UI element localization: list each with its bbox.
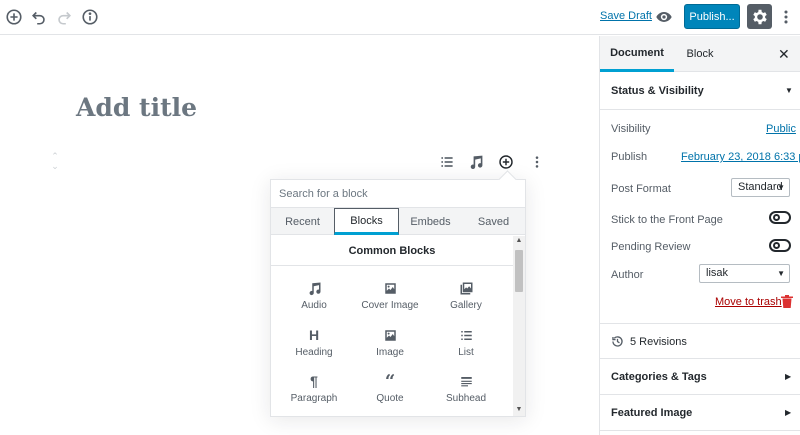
trash-icon[interactable] bbox=[781, 295, 793, 308]
undo-icon[interactable] bbox=[29, 7, 49, 27]
editor-header: Save Draft Publish... bbox=[0, 0, 800, 35]
post-title-input[interactable]: Add title bbox=[76, 93, 197, 122]
block-audio[interactable]: Audio bbox=[276, 278, 352, 320]
inserter-tabs: Recent Blocks Embeds Saved bbox=[271, 208, 525, 235]
block-cover-image[interactable]: Cover Image bbox=[352, 278, 428, 320]
tab-embeds[interactable]: Embeds bbox=[399, 208, 462, 235]
sidebar-tabs: Document Block ✕ bbox=[600, 36, 800, 72]
revisions-panel[interactable]: 5 Revisions bbox=[600, 323, 800, 359]
panel-title: Categories & Tags bbox=[611, 371, 707, 383]
caret-down-icon: ▼ bbox=[777, 183, 785, 192]
block-label: Heading bbox=[295, 347, 333, 358]
revisions-label: 5 Revisions bbox=[630, 336, 687, 348]
block-mover[interactable]: ⌃ ⌄ bbox=[50, 151, 60, 173]
block-label: Cover Image bbox=[361, 300, 419, 311]
block-label: List bbox=[458, 347, 474, 358]
block-inserter-popover: Recent Blocks Embeds Saved Common Blocks… bbox=[270, 179, 526, 417]
info-icon[interactable] bbox=[80, 7, 100, 27]
block-label: Gallery bbox=[450, 300, 482, 311]
visibility-link[interactable]: Public bbox=[766, 123, 796, 135]
close-icon[interactable]: ✕ bbox=[778, 47, 792, 61]
block-heading[interactable]: H Heading bbox=[276, 325, 352, 367]
chevron-down-icon[interactable]: ⌄ bbox=[50, 161, 60, 171]
list-icon[interactable] bbox=[437, 152, 457, 172]
scroll-thumb[interactable] bbox=[515, 250, 523, 292]
block-gallery[interactable]: Gallery bbox=[428, 278, 504, 320]
chevron-up-icon[interactable]: ⌃ bbox=[50, 151, 60, 161]
settings-button[interactable] bbox=[747, 4, 772, 29]
publish-label: Publish bbox=[611, 151, 648, 163]
tab-block[interactable]: Block bbox=[674, 36, 726, 72]
selected-value: Standard bbox=[738, 181, 783, 193]
block-quote[interactable]: “ Quote bbox=[352, 371, 428, 413]
clock-history-icon bbox=[611, 335, 624, 348]
add-block-icon[interactable] bbox=[496, 152, 516, 172]
panel-title: Featured Image bbox=[611, 407, 693, 419]
pending-review-toggle[interactable] bbox=[769, 239, 791, 252]
save-draft-link[interactable]: Save Draft bbox=[600, 10, 652, 22]
block-image[interactable]: Image bbox=[352, 325, 428, 367]
block-label: Subhead bbox=[445, 393, 487, 404]
more-vertical-icon[interactable] bbox=[527, 152, 547, 172]
caret-down-icon: ▼ bbox=[777, 269, 785, 278]
visibility-label: Visibility bbox=[611, 123, 651, 135]
tab-saved[interactable]: Saved bbox=[462, 208, 525, 235]
block-list[interactable]: List bbox=[428, 325, 504, 367]
panel-title: Common Blocks bbox=[271, 236, 513, 266]
heading-icon: H bbox=[308, 327, 320, 343]
scroll-up-arrow[interactable]: ▲ bbox=[513, 236, 525, 246]
settings-sidebar: Document Block ✕ Status & Visibility ▼ V… bbox=[599, 36, 800, 435]
publish-button[interactable]: Publish... bbox=[684, 4, 740, 29]
block-label: Paragraph bbox=[290, 393, 338, 404]
redo-icon[interactable] bbox=[54, 7, 74, 27]
image-icon bbox=[352, 278, 428, 298]
sticky-label: Stick to the Front Page bbox=[611, 214, 723, 226]
caret-down-icon: ▼ bbox=[785, 86, 793, 95]
music-note-icon bbox=[276, 278, 352, 298]
author-select[interactable]: lisak ▼ bbox=[699, 264, 790, 283]
subhead-icon bbox=[428, 371, 504, 391]
pending-review-label: Pending Review bbox=[611, 241, 691, 253]
sticky-toggle[interactable] bbox=[769, 211, 791, 224]
block-label: Quote bbox=[376, 393, 404, 404]
featured-image-panel-toggle[interactable]: Featured Image ▶ bbox=[600, 395, 800, 431]
inserter-scrollbar[interactable]: ▲ ▼ bbox=[513, 236, 525, 416]
toggle-knob bbox=[773, 214, 780, 221]
panel-title: Status & Visibility bbox=[611, 85, 704, 97]
author-label: Author bbox=[611, 269, 644, 281]
caret-right-icon: ▶ bbox=[785, 372, 792, 381]
block-paragraph[interactable]: ¶ Paragraph bbox=[276, 371, 352, 413]
block-search-input[interactable] bbox=[271, 180, 525, 208]
quote-icon: “ bbox=[384, 370, 396, 392]
move-to-trash-link[interactable]: Move to trash bbox=[715, 296, 782, 308]
post-format-label: Post Format bbox=[611, 183, 671, 195]
pilcrow-icon: ¶ bbox=[310, 373, 318, 389]
gallery-icon bbox=[428, 278, 504, 298]
status-visibility-panel-toggle[interactable]: Status & Visibility ▼ bbox=[600, 72, 800, 110]
list-icon bbox=[428, 325, 504, 345]
gear-icon bbox=[752, 9, 768, 25]
caret-right-icon: ▶ bbox=[785, 408, 792, 417]
toggle-knob bbox=[773, 242, 780, 249]
add-block-icon[interactable] bbox=[4, 7, 24, 27]
block-label: Image bbox=[376, 347, 404, 358]
publish-date-link[interactable]: February 23, 2018 6:33 pm bbox=[681, 151, 800, 163]
tab-recent[interactable]: Recent bbox=[271, 208, 334, 235]
categories-tags-panel-toggle[interactable]: Categories & Tags ▶ bbox=[600, 359, 800, 395]
post-format-select[interactable]: Standard ▼ bbox=[731, 178, 790, 197]
more-vertical-icon[interactable] bbox=[776, 7, 796, 27]
tab-blocks[interactable]: Blocks bbox=[334, 208, 399, 235]
scroll-down-arrow[interactable]: ▼ bbox=[513, 405, 525, 415]
tab-document[interactable]: Document bbox=[600, 36, 674, 72]
music-note-icon[interactable] bbox=[466, 152, 486, 172]
selected-value: lisak bbox=[706, 267, 729, 279]
image-icon bbox=[352, 325, 428, 345]
preview-eye-icon[interactable] bbox=[654, 7, 674, 27]
block-subhead[interactable]: Subhead bbox=[428, 371, 504, 413]
block-label: Audio bbox=[301, 300, 327, 311]
